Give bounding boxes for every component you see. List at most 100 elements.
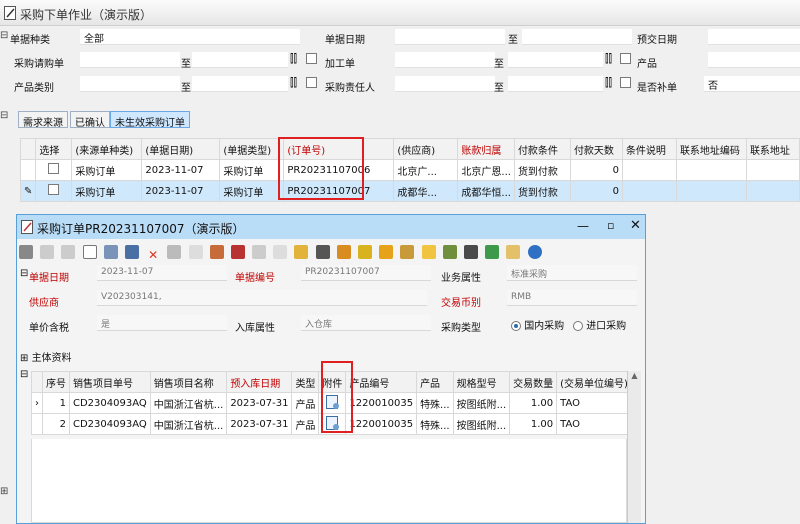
- cell: 成都华...: [393, 180, 459, 202]
- close-icon[interactable]: ✕: [630, 218, 641, 233]
- cell: CD2304093AQ: [69, 413, 151, 435]
- row-checkbox[interactable]: [48, 163, 60, 174]
- lookup-icon[interactable]: ⫿⫿: [605, 76, 612, 90]
- currency-field[interactable]: RMB: [507, 290, 637, 306]
- radio-domestic[interactable]: 国内采购: [511, 317, 564, 332]
- calculator-icon[interactable]: [463, 245, 478, 259]
- table-row[interactable]: ✎ 采购订单 2023-11-07 采购订单 PR20231107007 成都华…: [19, 180, 800, 202]
- product-category-checkbox[interactable]: [306, 77, 317, 88]
- supplier-field[interactable]: V202303141,: [97, 290, 427, 306]
- tool-icon[interactable]: [209, 245, 224, 259]
- radio-import-dot[interactable]: [573, 321, 583, 331]
- cell: 2023-07-31: [226, 413, 293, 435]
- lock-icon[interactable]: [421, 245, 436, 259]
- supplier-label: 供应商: [29, 298, 59, 309]
- product-label: 产品: [637, 59, 657, 70]
- lookup-icon[interactable]: ⫿⫿: [605, 52, 612, 66]
- message-icon[interactable]: [527, 245, 542, 259]
- cell: TAO: [556, 392, 632, 414]
- buyer-from[interactable]: [395, 76, 495, 92]
- product-category-from[interactable]: [80, 76, 180, 92]
- doc-date-label: 单据日期: [325, 35, 365, 46]
- cell: 北京广...: [393, 159, 459, 181]
- purchase-request-checkbox[interactable]: [306, 53, 317, 64]
- radio-domestic-dot[interactable]: [511, 321, 521, 331]
- forward-icon[interactable]: [61, 245, 76, 259]
- col-product: 产品: [416, 371, 454, 393]
- cell: 北京广恩...: [457, 159, 515, 181]
- cell: 2023-07-31: [226, 392, 293, 414]
- filter-collapse-icon[interactable]: ⊟: [0, 30, 8, 41]
- purchase-request-label: 采购请购单: [14, 59, 64, 70]
- attachment-icon[interactable]: [442, 245, 457, 259]
- grid-scrollbar[interactable]: ▲: [627, 371, 641, 523]
- cell: 采购订单: [219, 159, 285, 181]
- mail-icon[interactable]: [506, 245, 521, 259]
- radio-import[interactable]: 进口采购: [573, 317, 626, 332]
- preview-icon[interactable]: [19, 245, 33, 259]
- tax-label: 单价含税: [29, 323, 69, 334]
- purchase-request-to[interactable]: [192, 52, 288, 68]
- process-checkbox[interactable]: [620, 53, 631, 64]
- download-icon[interactable]: [485, 245, 500, 259]
- cell: 中国浙江省杭...: [149, 413, 228, 435]
- cell: 中国浙江省杭...: [149, 392, 228, 414]
- tab-unapproved-orders[interactable]: 未生效采购订单: [110, 111, 190, 129]
- unapprove-icon[interactable]: [252, 245, 267, 259]
- export-icon[interactable]: [294, 245, 309, 259]
- new-icon[interactable]: [82, 245, 97, 259]
- buyer-label: 采购责任人: [325, 83, 375, 94]
- lookup-icon[interactable]: ⫿⫿: [290, 76, 297, 90]
- doc-date-label: 单据日期: [29, 273, 69, 284]
- save-icon[interactable]: [124, 245, 139, 259]
- product-field[interactable]: [708, 52, 800, 68]
- paste-icon[interactable]: [188, 245, 203, 259]
- cell: 1220010035: [345, 392, 418, 414]
- buyer-to[interactable]: [508, 76, 603, 92]
- currency-label: 交易币别: [441, 298, 481, 309]
- doc-date-from[interactable]: [395, 29, 505, 45]
- tab-confirmed[interactable]: 已确认: [70, 111, 110, 129]
- cell: CD2304093AQ: [69, 392, 151, 414]
- buyer-checkbox[interactable]: [620, 77, 631, 88]
- doc-date-field: 2023-11-07: [97, 265, 227, 281]
- tax-field[interactable]: 是: [97, 315, 227, 331]
- row-checkbox[interactable]: [48, 184, 60, 195]
- print-icon[interactable]: [315, 245, 330, 259]
- col-supplier: (供应商): [393, 138, 459, 160]
- back-icon[interactable]: [40, 245, 55, 259]
- product-category-to[interactable]: [192, 76, 288, 92]
- tabs-collapse-icon[interactable]: ⊟: [0, 110, 8, 121]
- doc-type-select[interactable]: 全部: [80, 29, 300, 45]
- list-icon[interactable]: [273, 245, 288, 259]
- main-info-expander[interactable]: ⊞ 主体资料: [20, 349, 72, 364]
- delete-icon[interactable]: ✕: [146, 248, 160, 262]
- process-from[interactable]: [395, 52, 495, 68]
- maximize-icon[interactable]: ▫: [607, 219, 614, 232]
- approve-icon[interactable]: [230, 245, 245, 259]
- lookup-icon[interactable]: ⫿⫿: [290, 52, 297, 66]
- main-info-label: 主体资料: [31, 353, 72, 364]
- supplement-select[interactable]: 否: [704, 76, 800, 92]
- transfer-icon[interactable]: [336, 245, 351, 259]
- delivery-date-from[interactable]: [708, 29, 800, 45]
- minimize-icon[interactable]: —: [577, 219, 589, 233]
- grid-collapse-icon[interactable]: ⊟: [20, 369, 28, 380]
- process-to[interactable]: [508, 52, 603, 68]
- doc-date-to[interactable]: [522, 29, 632, 45]
- edit-icon[interactable]: [103, 245, 118, 259]
- select-cell[interactable]: [35, 159, 73, 181]
- purchase-request-from[interactable]: [80, 52, 180, 68]
- find-icon[interactable]: [358, 245, 372, 259]
- tab-demand-source[interactable]: 需求来源: [18, 111, 68, 129]
- scroll-up-icon[interactable]: ▲: [628, 371, 641, 380]
- col-product-code: 产品编号: [345, 371, 418, 393]
- settings-icon[interactable]: [400, 245, 415, 259]
- table-row[interactable]: 采购订单 2023-11-07 采购订单 PR20231107006 北京广..…: [19, 159, 800, 181]
- copy-icon[interactable]: [167, 245, 182, 259]
- warehouse-attr-field[interactable]: 入仓库: [301, 315, 431, 331]
- select-cell[interactable]: [35, 180, 73, 202]
- refresh-icon[interactable]: [379, 245, 394, 259]
- header-collapse-icon[interactable]: ⊟: [20, 268, 28, 279]
- collapse-icon[interactable]: ⊞: [0, 486, 8, 497]
